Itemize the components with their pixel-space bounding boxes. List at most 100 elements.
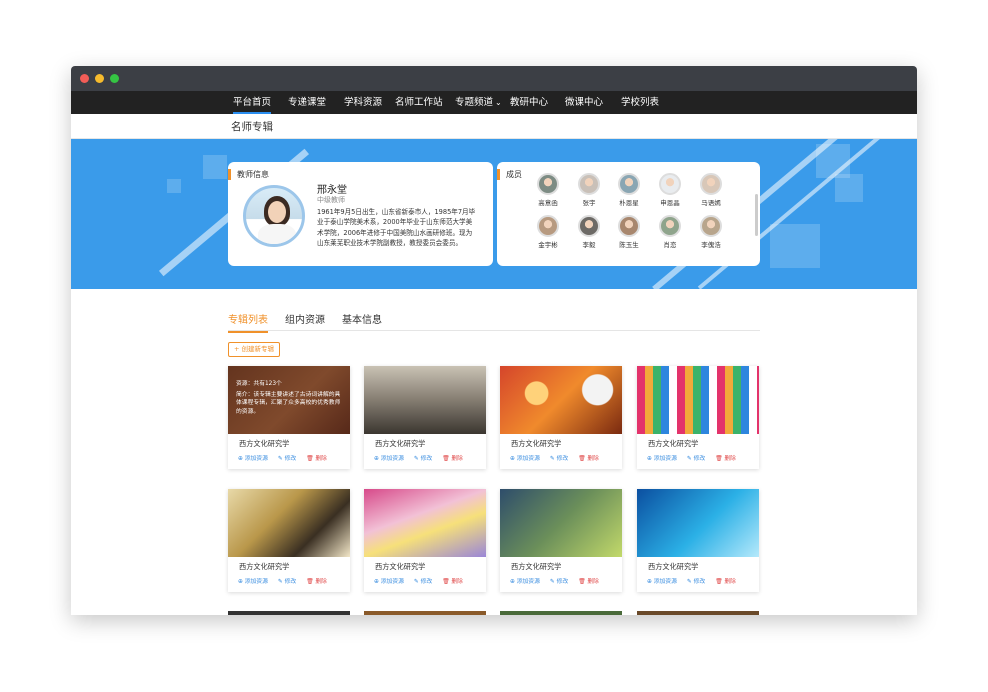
album-cover-partial (637, 611, 759, 615)
edit-button[interactable]: ✎ 修改 (278, 579, 296, 585)
minimize-window-button[interactable] (95, 74, 104, 83)
member-item[interactable]: 高意函 (525, 173, 571, 207)
album-cover[interactable] (500, 366, 622, 434)
nav-item-home[interactable]: 平台首页 (233, 91, 272, 114)
member-name: 朴恩星 (619, 199, 639, 207)
member-avatar (659, 173, 681, 195)
album-cover[interactable] (364, 366, 486, 434)
member-name: 马语嫣 (701, 199, 721, 207)
nav-item-teacher-station[interactable]: 名师工作站 (395, 91, 443, 114)
album-card[interactable]: 西方文化研究学 ⊕ 添加资源 ✎ 修改 🗑 删除 (637, 366, 759, 469)
member-item[interactable]: 肖恋 (647, 215, 693, 249)
delete-button[interactable]: 🗑 删除 (715, 456, 736, 462)
add-resource-button[interactable]: ⊕ 添加资源 (647, 579, 677, 585)
member-name: 肖恋 (663, 241, 677, 249)
album-cover[interactable] (637, 489, 759, 557)
page-title: 名师专辑 (231, 121, 273, 133)
decor-square (167, 179, 181, 193)
album-actions: ⊕ 添加资源 ✎ 修改 🗑 删除 (374, 453, 473, 462)
delete-button[interactable]: 🗑 删除 (306, 579, 327, 585)
add-resource-button[interactable]: ⊕ 添加资源 (238, 579, 268, 585)
delete-button[interactable]: 🗑 删除 (306, 456, 327, 462)
album-title[interactable]: 西方文化研究学 (511, 562, 561, 572)
album-title[interactable]: 西方文化研究学 (648, 439, 698, 449)
add-resource-button[interactable]: ⊕ 添加资源 (647, 456, 677, 462)
album-cover[interactable] (500, 489, 622, 557)
member-avatar (537, 215, 559, 237)
tab-basic-info[interactable]: 基本信息 (342, 311, 382, 326)
edit-button[interactable]: ✎ 修改 (278, 456, 296, 462)
teacher-rank: 中级教师 (317, 196, 345, 204)
album-title[interactable]: 西方文化研究学 (239, 439, 289, 449)
album-title[interactable]: 西方文化研究学 (648, 562, 698, 572)
member-item[interactable]: 马语嫣 (688, 173, 734, 207)
delete-button[interactable]: 🗑 删除 (442, 456, 463, 462)
album-cover[interactable] (364, 489, 486, 557)
album-card[interactable]: 西方文化研究学 ⊕ 添加资源 ✎ 修改 🗑 删除 (228, 489, 350, 592)
close-window-button[interactable] (80, 74, 89, 83)
album-card[interactable]: 资源：共有123个 简介：该专辑主要讲述了古诗词讲解的具体课程专辑，汇聚了众多高… (228, 366, 350, 469)
album-actions: ⊕ 添加资源 ✎ 修改 🗑 删除 (374, 576, 473, 585)
member-item[interactable]: 金宇彬 (525, 215, 571, 249)
member-avatar (700, 215, 722, 237)
delete-button[interactable]: 🗑 删除 (715, 579, 736, 585)
album-card[interactable]: 西方文化研究学 ⊕ 添加资源 ✎ 修改 🗑 删除 (637, 489, 759, 592)
album-actions: ⊕ 添加资源 ✎ 修改 🗑 删除 (647, 453, 746, 462)
album-title[interactable]: 西方文化研究学 (239, 562, 289, 572)
album-card[interactable]: 西方文化研究学 ⊕ 添加资源 ✎ 修改 🗑 删除 (500, 489, 622, 592)
edit-button[interactable]: ✎ 修改 (414, 456, 432, 462)
album-title[interactable]: 西方文化研究学 (375, 439, 425, 449)
edit-button[interactable]: ✎ 修改 (550, 579, 568, 585)
avatar-body (258, 224, 296, 244)
member-name: 李傀浩 (701, 241, 721, 249)
members-heading: 成员 (497, 169, 522, 180)
decor-square (770, 224, 820, 268)
add-resource-button[interactable]: ⊕ 添加资源 (510, 579, 540, 585)
nav-item-research-center[interactable]: 教研中心 (510, 91, 548, 114)
add-resource-button[interactable]: ⊕ 添加资源 (374, 579, 404, 585)
delete-button[interactable]: 🗑 删除 (578, 456, 599, 462)
nav-item-subject-resources[interactable]: 学科资源 (344, 91, 382, 114)
nav-item-microlesson-center[interactable]: 微课中心 (565, 91, 603, 114)
member-avatar (537, 173, 559, 195)
album-card[interactable]: 西方文化研究学 ⊕ 添加资源 ✎ 修改 🗑 删除 (364, 366, 486, 469)
album-intro: 简介：该专辑主要讲述了古诗词讲解的具体课程专辑，汇聚了众多高校的优秀教师的资源。 (236, 392, 341, 415)
member-item[interactable]: 申恩晶 (647, 173, 693, 207)
nav-item-topic-label: 专题频道 (455, 97, 494, 108)
teacher-bio: 1961年9月5日出生，山东省新泰市人，1985年7月毕业于泰山学院美术系，20… (317, 208, 476, 247)
add-resource-button[interactable]: ⊕ 添加资源 (374, 456, 404, 462)
nav-item-classroom[interactable]: 专递课堂 (288, 91, 326, 114)
add-resource-button[interactable]: ⊕ 添加资源 (510, 456, 540, 462)
delete-button[interactable]: 🗑 删除 (442, 579, 463, 585)
album-cover[interactable] (228, 489, 350, 557)
edit-button[interactable]: ✎ 修改 (414, 579, 432, 585)
album-title[interactable]: 西方文化研究学 (511, 439, 561, 449)
tab-group-resources[interactable]: 组内资源 (285, 311, 325, 326)
edit-button[interactable]: ✎ 修改 (687, 456, 705, 462)
create-album-button[interactable]: + 创建新专辑 (228, 342, 280, 357)
member-avatar (618, 215, 640, 237)
nav-item-topic-channel[interactable]: 专题频道 ⌄ (455, 91, 502, 114)
teacher-avatar (243, 185, 305, 247)
album-card[interactable]: 西方文化研究学 ⊕ 添加资源 ✎ 修改 🗑 删除 (364, 489, 486, 592)
member-item[interactable]: 李傀浩 (688, 215, 734, 249)
edit-button[interactable]: ✎ 修改 (687, 579, 705, 585)
add-resource-button[interactable]: ⊕ 添加资源 (238, 456, 268, 462)
album-cover-partial (228, 611, 350, 615)
album-title[interactable]: 西方文化研究学 (375, 562, 425, 572)
delete-button[interactable]: 🗑 删除 (578, 579, 599, 585)
maximize-window-button[interactable] (110, 74, 119, 83)
teacher-info-heading: 教师信息 (228, 169, 269, 180)
member-item[interactable]: 陈玉生 (606, 215, 652, 249)
tab-album-list[interactable]: 专辑列表 (228, 311, 268, 333)
profile-banner: 教师信息 邢永堂 中级教师 1961年9月5日出生，山东省新泰市人，1985年7… (71, 139, 917, 289)
nav-item-school-list[interactable]: 学校列表 (621, 91, 659, 114)
members-scrollbar[interactable] (755, 194, 758, 236)
album-cover[interactable]: 资源：共有123个 简介：该专辑主要讲述了古诗词讲解的具体课程专辑，汇聚了众多高… (228, 366, 350, 434)
teacher-name: 邢永堂 (317, 185, 347, 196)
album-card[interactable]: 西方文化研究学 ⊕ 添加资源 ✎ 修改 🗑 删除 (500, 366, 622, 469)
album-cover[interactable] (637, 366, 759, 434)
album-actions: ⊕ 添加资源 ✎ 修改 🗑 删除 (510, 453, 609, 462)
member-item[interactable]: 朴恩星 (606, 173, 652, 207)
edit-button[interactable]: ✎ 修改 (550, 456, 568, 462)
